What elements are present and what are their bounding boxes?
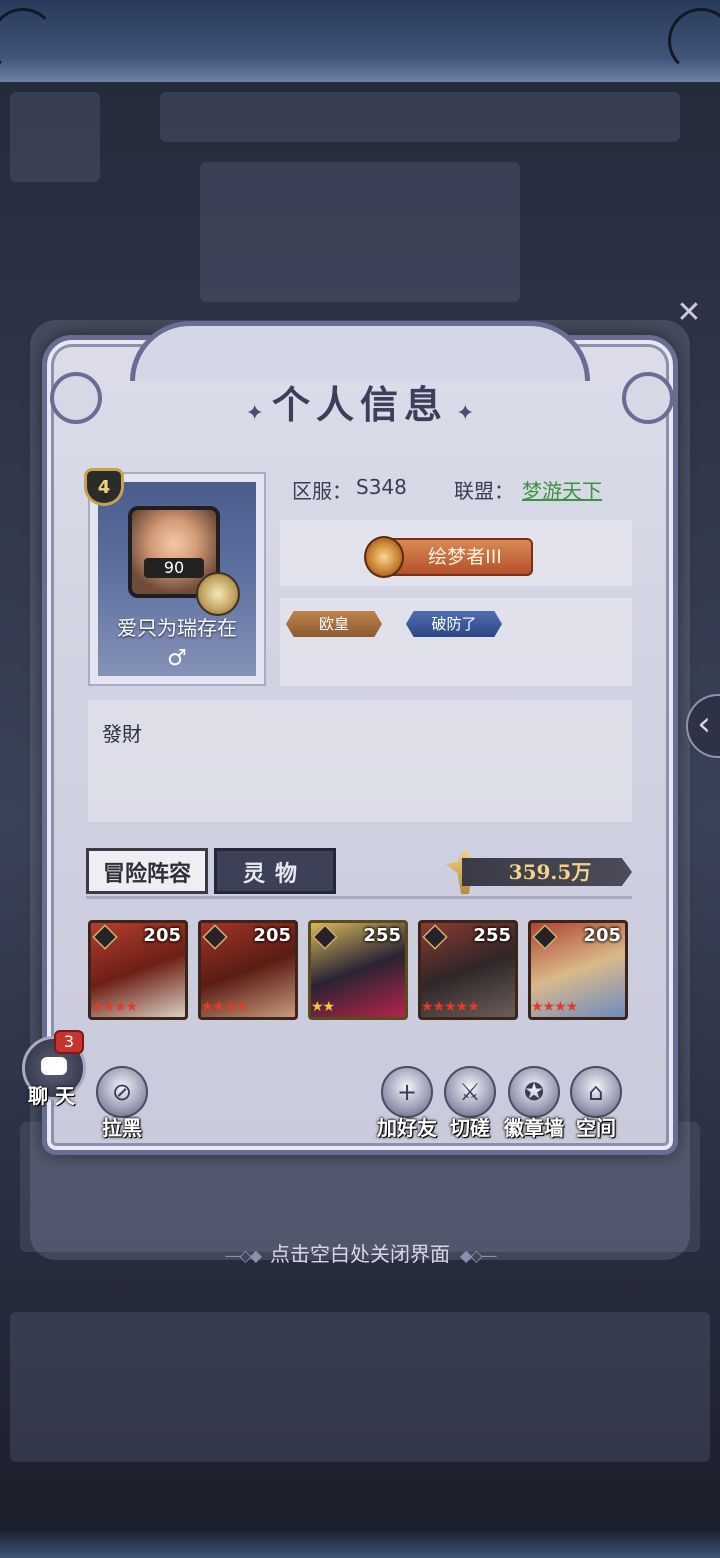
close-hint-text: 点击空白处关闭界面: [270, 1242, 450, 1266]
bg-menu-row: [10, 1312, 710, 1462]
add-friend-icon: +: [381, 1066, 433, 1118]
hero-level: 205: [253, 925, 291, 946]
space-label: 空间: [576, 1116, 616, 1140]
tab-spirit[interactable]: 灵物: [214, 848, 336, 894]
class-icon: [532, 924, 558, 950]
badge-wall-button[interactable]: ✪ 徽章墙: [500, 1066, 568, 1141]
medal-icon: [196, 572, 240, 616]
avatar-level: 90: [144, 558, 204, 578]
block-button[interactable]: ⊘ 拉黑: [90, 1066, 154, 1141]
page-title: 个人信息: [271, 382, 448, 427]
bg-resource-bar: [160, 92, 680, 142]
dialog-crest: [130, 321, 590, 381]
server-alliance-row: 区服： S348 联盟： 梦游天下: [280, 472, 632, 504]
class-icon: [422, 924, 448, 950]
chat-bubble-icon: [41, 1057, 67, 1075]
star-icon: ✦: [456, 401, 475, 426]
crossed-swords-icon: ⚔: [444, 1066, 496, 1118]
space-button[interactable]: ⌂ 空间: [564, 1066, 628, 1141]
class-icon: [312, 924, 338, 950]
hero-slot[interactable]: 255 ★★★★★: [418, 920, 518, 1020]
hero-level: 255: [363, 925, 401, 946]
hero-level: 205: [583, 925, 621, 946]
dialog-header: ✦ 个人信息 ✦: [0, 374, 720, 429]
spar-label: 切磋: [450, 1116, 490, 1140]
hero-level: 205: [143, 925, 181, 946]
chat-label: 聊 天: [28, 1084, 75, 1108]
add-friend-label: 加好友: [377, 1116, 437, 1140]
star-icon: ✦: [245, 401, 264, 426]
alliance-label: 联盟：: [454, 479, 514, 503]
hero-slot[interactable]: 205 ★★★★: [198, 920, 298, 1020]
hero-level: 255: [473, 925, 511, 946]
signature-text: 發財: [102, 722, 142, 746]
bg-info-panel: [200, 162, 520, 302]
tag-badge: 破防了: [406, 611, 502, 637]
badge-icon: ✪: [508, 1066, 560, 1118]
frame-ornament-left: [0, 8, 56, 74]
add-friend-button[interactable]: + 加好友: [374, 1066, 440, 1141]
rank-emblem-icon: [364, 536, 404, 578]
male-icon: ♂: [167, 646, 187, 671]
top-frame: [0, 0, 720, 82]
bottom-frame: [0, 1528, 720, 1558]
block-icon: ⊘: [96, 1066, 148, 1118]
class-icon: [202, 924, 228, 950]
alliance-link[interactable]: 梦游天下: [522, 475, 602, 504]
hero-stars: ★★: [311, 999, 335, 1015]
close-icon[interactable]: ✕: [672, 296, 706, 330]
hero-slot[interactable]: 205 ★★★★: [88, 920, 188, 1020]
ornament-icon: ◆◇―: [460, 1246, 497, 1265]
hero-stars: ★★★★: [91, 999, 138, 1015]
unread-badge: 3: [54, 1030, 84, 1054]
signature-box: [88, 700, 632, 822]
ornament-icon: ―◇◆: [225, 1246, 262, 1265]
hero-slot[interactable]: 205 ★★★★: [528, 920, 628, 1020]
house-icon: ⌂: [570, 1066, 622, 1118]
class-icon: [92, 924, 118, 950]
hero-stars: ★★★★★: [421, 999, 480, 1015]
spar-button[interactable]: ⚔ 切磋: [438, 1066, 502, 1141]
tab-adventure-lineup[interactable]: 冒险阵容: [86, 848, 208, 894]
server-label: 区服：: [292, 479, 352, 503]
frame-ornament-right: [668, 8, 720, 74]
power-value: 359.5万: [508, 860, 592, 884]
level-badge: 4: [84, 468, 124, 506]
hero-slot[interactable]: 255 ★★: [308, 920, 408, 1020]
server-value: S348: [356, 475, 407, 499]
hero-stars: ★★★★: [531, 999, 578, 1015]
bg-avatar: [10, 92, 100, 182]
badge-wall-label: 徽章墙: [504, 1116, 564, 1140]
close-hint: ―◇◆ 点击空白处关闭界面 ◆◇―: [0, 1238, 720, 1267]
divider: [86, 896, 632, 899]
tag-badge: 欧皇: [286, 611, 382, 637]
block-label: 拉黑: [102, 1116, 142, 1140]
player-name: 爱只为瑞存在: [117, 616, 237, 640]
hero-stars: ★★★★: [201, 999, 248, 1015]
